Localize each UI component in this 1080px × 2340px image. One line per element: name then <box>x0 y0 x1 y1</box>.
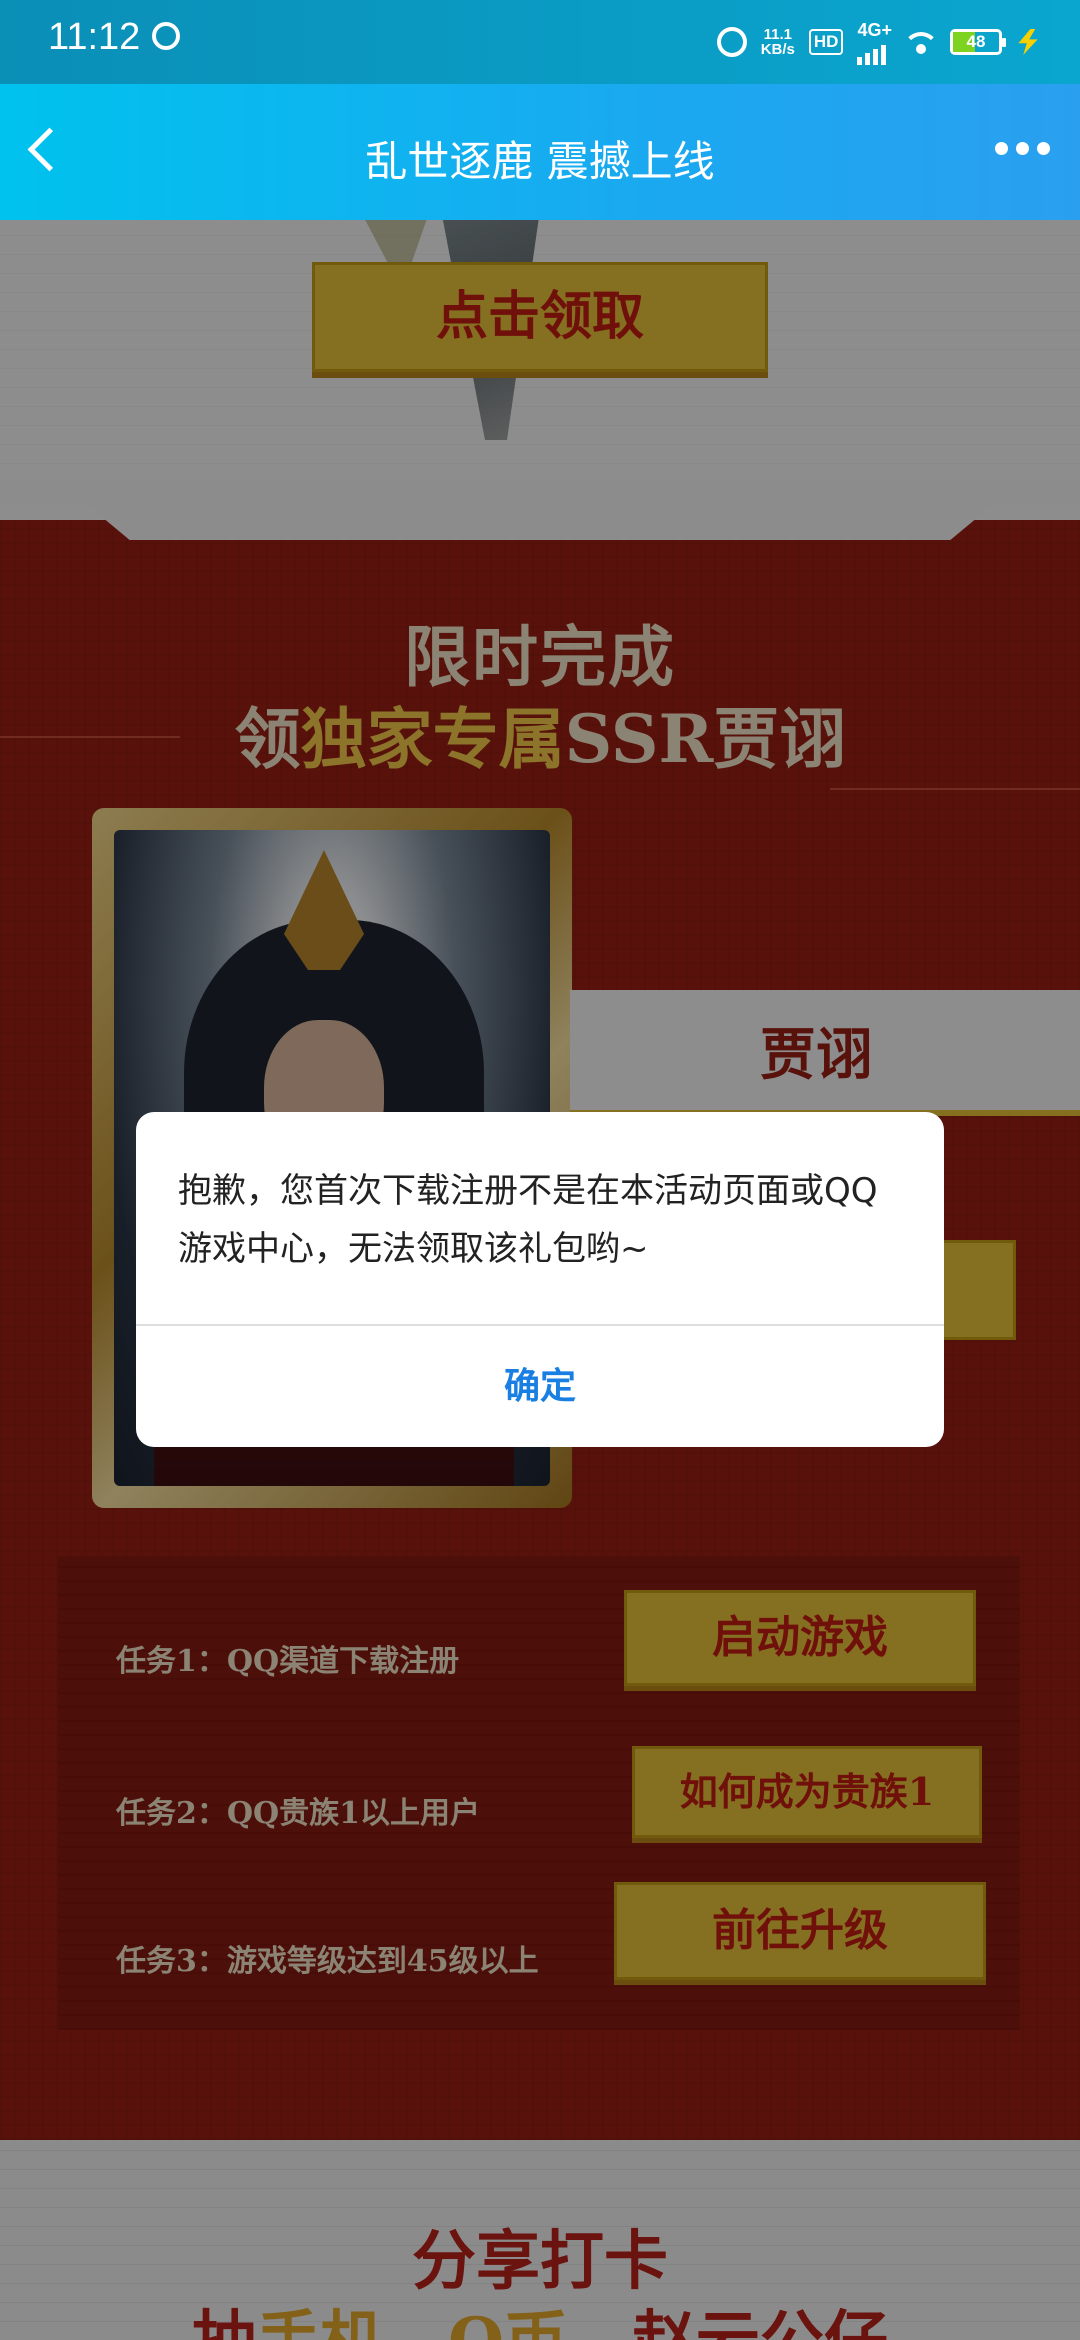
charging-bolt-icon <box>1018 29 1038 55</box>
alert-dialog: 抱歉，您首次下载注册不是在本活动页面或QQ游戏中心，无法领取该礼包哟~ 确定 <box>136 1112 944 1447</box>
status-bar: 11:12 11.1 KB/s HD 4G+ 48 <box>0 0 1080 84</box>
battery-icon: 48 <box>950 29 1006 55</box>
network-speed-value: 11.1 <box>763 26 792 43</box>
signal-bars-icon <box>857 41 887 65</box>
battery-level: 48 <box>966 32 986 51</box>
wifi-icon <box>906 30 936 54</box>
more-button[interactable] <box>995 142 1050 155</box>
network-type-label: 4G+ <box>857 19 892 40</box>
cellular-signal: 4G+ <box>857 20 892 65</box>
status-icons: 11.1 KB/s HD 4G+ 48 <box>716 18 1040 66</box>
more-dot <box>1016 142 1029 155</box>
page-title: 乱世逐鹿 震撼上线 <box>365 137 715 186</box>
confirm-button[interactable]: 确定 <box>136 1326 944 1447</box>
dialog-message: 抱歉，您首次下载注册不是在本活动页面或QQ游戏中心，无法领取该礼包哟~ <box>178 1171 878 1269</box>
more-dot <box>995 142 1008 155</box>
netease-ring-icon <box>152 22 180 50</box>
network-speed: 11.1 KB/s <box>761 27 795 57</box>
status-time: 11:12 <box>48 16 141 58</box>
hd-badge: HD <box>808 29 844 55</box>
alarm-icon <box>716 27 747 57</box>
network-speed-unit: KB/s <box>760 41 795 58</box>
nav-bar: 乱世逐鹿 震撼上线 <box>0 84 1080 220</box>
more-dot <box>1037 142 1050 155</box>
